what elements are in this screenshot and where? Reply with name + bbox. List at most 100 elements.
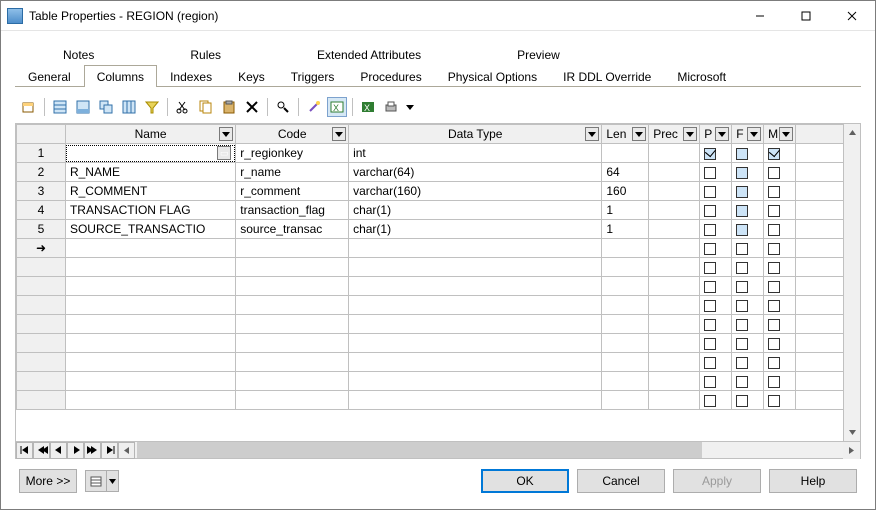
header-dropdown-icon[interactable] xyxy=(585,127,599,141)
checkbox[interactable] xyxy=(736,262,748,274)
cell-m[interactable] xyxy=(764,182,796,201)
checkbox[interactable] xyxy=(736,319,748,331)
grid-corner[interactable] xyxy=(17,125,66,144)
col-header-p[interactable]: P xyxy=(700,125,732,144)
table-row[interactable]: 2R_NAMEr_namevarchar(64)64 xyxy=(17,163,860,182)
checkbox[interactable] xyxy=(768,243,780,255)
checkbox[interactable] xyxy=(704,186,716,198)
tab-rules[interactable]: Rules xyxy=(142,44,269,65)
nav-page-down-icon[interactable] xyxy=(84,442,101,459)
properties-icon[interactable] xyxy=(19,97,39,117)
cell-m[interactable] xyxy=(764,144,796,163)
tab-columns[interactable]: Columns xyxy=(84,65,157,87)
cell-m[interactable] xyxy=(764,163,796,182)
tab-general[interactable]: General xyxy=(15,65,84,87)
checkbox[interactable] xyxy=(736,205,748,217)
scroll-down-icon[interactable] xyxy=(844,424,861,441)
cell-p[interactable] xyxy=(700,201,732,220)
header-dropdown-icon[interactable] xyxy=(632,127,646,141)
checkbox[interactable] xyxy=(736,395,748,407)
cell-f[interactable] xyxy=(732,182,764,201)
cell-code[interactable]: source_transac xyxy=(236,220,349,239)
table-row[interactable]: 3R_COMMENTr_commentvarchar(160)160 xyxy=(17,182,860,201)
cell-len[interactable] xyxy=(602,144,649,163)
checkbox[interactable] xyxy=(704,262,716,274)
cell-prec[interactable] xyxy=(649,220,700,239)
cell-p[interactable] xyxy=(700,182,732,201)
ok-button[interactable]: OK xyxy=(481,469,569,493)
cell-f[interactable] xyxy=(732,220,764,239)
checkbox[interactable] xyxy=(768,376,780,388)
checkbox[interactable] xyxy=(768,281,780,293)
cell-datatype[interactable]: char(1) xyxy=(349,220,602,239)
checkbox[interactable] xyxy=(768,224,780,236)
cell-prec[interactable] xyxy=(649,201,700,220)
checkbox[interactable] xyxy=(768,205,780,217)
checkbox[interactable] xyxy=(768,262,780,274)
checkbox[interactable] xyxy=(768,148,780,160)
checkbox[interactable] xyxy=(768,319,780,331)
checkbox[interactable] xyxy=(704,300,716,312)
checkbox[interactable] xyxy=(736,167,748,179)
find-icon[interactable] xyxy=(273,97,293,117)
delete-icon[interactable] xyxy=(242,97,262,117)
row-number[interactable]: 1 xyxy=(17,144,66,163)
checkbox[interactable] xyxy=(736,300,748,312)
col-header-prec[interactable]: Prec xyxy=(649,125,700,144)
more-button[interactable]: More >> xyxy=(19,469,77,493)
nav-prev-icon[interactable] xyxy=(50,442,67,459)
cell-len[interactable]: 64 xyxy=(602,163,649,182)
checkbox[interactable] xyxy=(704,376,716,388)
options-icon[interactable] xyxy=(85,470,107,492)
cell-name[interactable]: TRANSACTION FLAG xyxy=(65,201,235,220)
append-row-icon[interactable] xyxy=(73,97,93,117)
checkbox[interactable] xyxy=(768,338,780,350)
header-dropdown-icon[interactable] xyxy=(683,127,697,141)
cell-code[interactable]: r_regionkey xyxy=(236,144,349,163)
cell-name[interactable]: R_NAME xyxy=(65,163,235,182)
checkbox[interactable] xyxy=(736,357,748,369)
table-row[interactable]: 5SOURCE_TRANSACTIOsource_transacchar(1)1 xyxy=(17,220,860,239)
maximize-button[interactable] xyxy=(783,1,829,31)
scroll-up-icon[interactable] xyxy=(844,124,861,141)
tab-microsoft[interactable]: Microsoft xyxy=(664,65,739,87)
cell-code[interactable]: transaction_flag xyxy=(236,201,349,220)
excel-export-icon[interactable]: X xyxy=(327,97,347,117)
col-header-name[interactable]: Name xyxy=(65,125,235,144)
col-header-code[interactable]: Code xyxy=(236,125,349,144)
tab-ir-ddl-override[interactable]: IR DDL Override xyxy=(550,65,664,87)
cell-f[interactable] xyxy=(732,144,764,163)
cell-datatype[interactable]: int xyxy=(349,144,602,163)
tab-physical-options[interactable]: Physical Options xyxy=(435,65,550,87)
tab-keys[interactable]: Keys xyxy=(225,65,278,87)
cell-f[interactable] xyxy=(732,163,764,182)
nav-page-up-icon[interactable] xyxy=(33,442,50,459)
tab-triggers[interactable]: Triggers xyxy=(278,65,348,87)
checkbox[interactable] xyxy=(768,167,780,179)
checkbox[interactable] xyxy=(704,243,716,255)
cell-len[interactable]: 1 xyxy=(602,201,649,220)
tab-preview[interactable]: Preview xyxy=(469,44,608,65)
nav-first-icon[interactable] xyxy=(16,442,33,459)
filter-icon[interactable] xyxy=(142,97,162,117)
checkbox[interactable] xyxy=(768,300,780,312)
checkbox[interactable] xyxy=(704,357,716,369)
row-number[interactable]: 3 xyxy=(17,182,66,201)
help-button[interactable]: Help xyxy=(769,469,857,493)
cancel-button[interactable]: Cancel xyxy=(577,469,665,493)
col-header-data-type[interactable]: Data Type xyxy=(349,125,602,144)
checkbox[interactable] xyxy=(736,281,748,293)
cell-name[interactable]: R_COMMENT xyxy=(65,182,235,201)
checkbox[interactable] xyxy=(736,186,748,198)
checkbox[interactable] xyxy=(704,281,716,293)
cell-p[interactable] xyxy=(700,220,732,239)
copy-icon[interactable] xyxy=(196,97,216,117)
cell-p[interactable] xyxy=(700,163,732,182)
cell-m[interactable] xyxy=(764,220,796,239)
checkbox[interactable] xyxy=(704,224,716,236)
add-column-icon[interactable] xyxy=(119,97,139,117)
tab-indexes[interactable]: Indexes xyxy=(157,65,225,87)
col-header-len[interactable]: Len xyxy=(602,125,649,144)
insert-row-icon[interactable] xyxy=(50,97,70,117)
header-dropdown-icon[interactable] xyxy=(715,127,729,141)
